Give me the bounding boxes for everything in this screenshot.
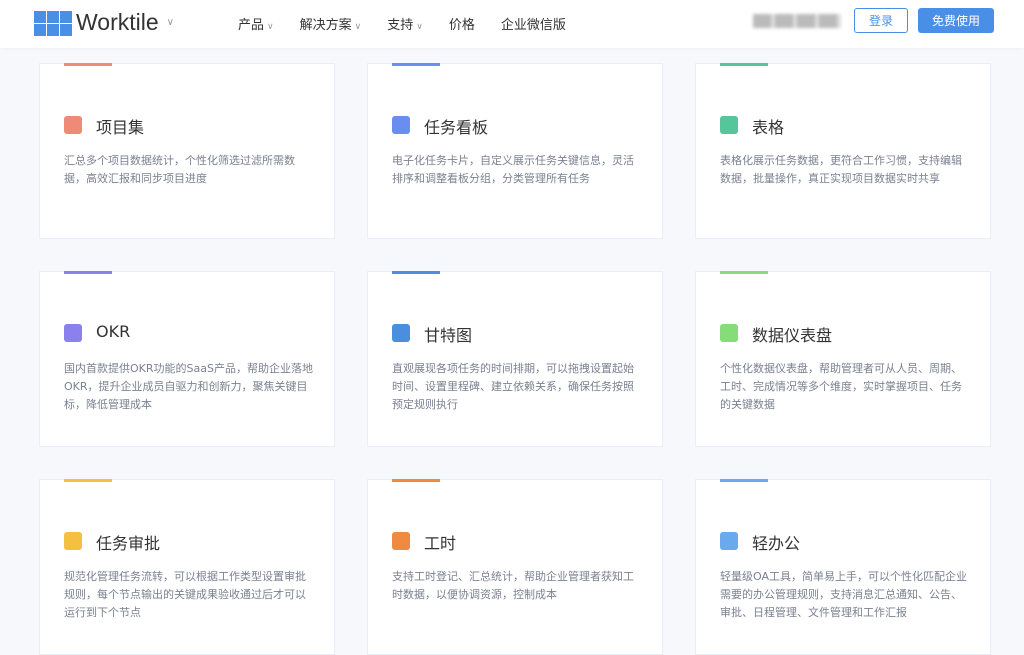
accent-bar (720, 63, 768, 66)
feature-card[interactable]: 轻办公 轻量级OA工具，简单易上手，可以个性化匹配企业需要的办公管理规则，支持消… (695, 479, 991, 655)
nav-solutions[interactable]: 解决方案∨ (300, 14, 362, 33)
chevron-down-icon: ∨ (416, 22, 423, 32)
feature-title: 数据仪表盘 (752, 322, 832, 346)
nav-support[interactable]: 支持∨ (387, 14, 423, 33)
feature-description: 电子化任务卡片，自定义展示任务关键信息，灵活排序和调整看板分组，分类管理所有任务 (392, 152, 642, 188)
feature-title: 轻办公 (752, 530, 800, 554)
chevron-down-icon: ∨ (267, 22, 274, 32)
accent-bar (64, 479, 112, 482)
feature-title: 任务审批 (96, 530, 160, 554)
logo-text: Worktile (76, 9, 159, 36)
feature-description: 国内首款提供OKR功能的SaaS产品，帮助企业落地OKR，提升企业成员自驱力和创… (64, 360, 314, 414)
feature-description: 表格化展示任务数据，更符合工作习惯，支持编辑数据，批量操作，真正实现项目数据实时… (720, 152, 970, 188)
feature-card[interactable]: OKR 国内首款提供OKR功能的SaaS产品，帮助企业落地OKR，提升企业成员自… (39, 271, 335, 447)
main-nav: 产品∨ 解决方案∨ 支持∨ 价格 企业微信版 (238, 14, 566, 33)
feature-title: 工时 (424, 530, 456, 554)
feature-card[interactable]: 甘特图 直观展现各项任务的时间排期，可以拖拽设置起始时间、设置里程碑、建立依赖关… (367, 271, 663, 447)
nav-products[interactable]: 产品∨ (238, 14, 274, 33)
feature-card[interactable]: 任务审批 规范化管理任务流转，可以根据工作类型设置审批规则，每个节点输出的关键成… (39, 479, 335, 655)
feature-title: 任务看板 (424, 114, 488, 138)
top-header: Worktile ∨ 产品∨ 解决方案∨ 支持∨ 价格 企业微信版 登录 免费使… (0, 0, 1024, 48)
feature-description: 汇总多个项目数据统计，个性化筛选过滤所需数据，高效汇报和同步项目进度 (64, 152, 314, 188)
accent-bar (392, 479, 440, 482)
folder-icon (720, 532, 738, 550)
accent-bar (392, 271, 440, 274)
feature-title: 甘特图 (424, 322, 472, 346)
feature-card[interactable]: 数据仪表盘 个性化数据仪表盘，帮助管理者可从人员、周期、工时、完成情况等多个维度… (695, 271, 991, 447)
folder-chart-icon (64, 116, 82, 134)
feature-description: 支持工时登记、汇总统计，帮助企业管理者获知工时数据，以便协调资源，控制成本 (392, 568, 642, 604)
accent-bar (64, 271, 112, 274)
stamp-icon (64, 532, 82, 550)
feature-description: 轻量级OA工具，简单易上手，可以个性化匹配企业需要的办公管理规则，支持消息汇总通… (720, 568, 970, 622)
feature-description: 个性化数据仪表盘，帮助管理者可从人员、周期、工时、完成情况等多个维度，实时掌握项… (720, 360, 970, 414)
accent-bar (64, 63, 112, 66)
feature-card[interactable]: 表格 表格化展示任务数据，更符合工作习惯，支持编辑数据，批量操作，真正实现项目数… (695, 63, 991, 239)
login-button[interactable]: 登录 (854, 8, 908, 33)
accent-bar (720, 271, 768, 274)
blurred-phone-number (753, 14, 841, 28)
feature-card[interactable]: 任务看板 电子化任务卡片，自定义展示任务关键信息，灵活排序和调整看板分组，分类管… (367, 63, 663, 239)
feature-description: 规范化管理任务流转，可以根据工作类型设置审批规则，每个节点输出的关键成果验收通过… (64, 568, 314, 622)
clock-icon (392, 532, 410, 550)
accent-bar (720, 479, 768, 482)
kanban-icon (392, 116, 410, 134)
feature-title: OKR (96, 322, 130, 341)
accent-bar (392, 63, 440, 66)
worktile-logo-icon (34, 11, 70, 35)
target-icon (64, 324, 82, 342)
nav-wechat-edition[interactable]: 企业微信版 (501, 14, 566, 33)
feature-title: 项目集 (96, 114, 144, 138)
gantt-icon (392, 324, 410, 342)
feature-description: 直观展现各项任务的时间排期，可以拖拽设置起始时间、设置里程碑、建立依赖关系，确保… (392, 360, 642, 414)
logo[interactable]: Worktile ∨ (34, 9, 174, 36)
free-trial-button[interactable]: 免费使用 (918, 8, 994, 33)
feature-title: 表格 (752, 114, 784, 138)
nav-pricing[interactable]: 价格 (449, 14, 475, 33)
chevron-down-icon[interactable]: ∨ (167, 17, 174, 28)
feature-card[interactable]: 项目集 汇总多个项目数据统计，个性化筛选过滤所需数据，高效汇报和同步项目进度 (39, 63, 335, 239)
feature-card[interactable]: 工时 支持工时登记、汇总统计，帮助企业管理者获知工时数据，以便协调资源，控制成本 (367, 479, 663, 655)
chevron-down-icon: ∨ (355, 22, 362, 32)
table-icon (720, 116, 738, 134)
dashboard-icon (720, 324, 738, 342)
